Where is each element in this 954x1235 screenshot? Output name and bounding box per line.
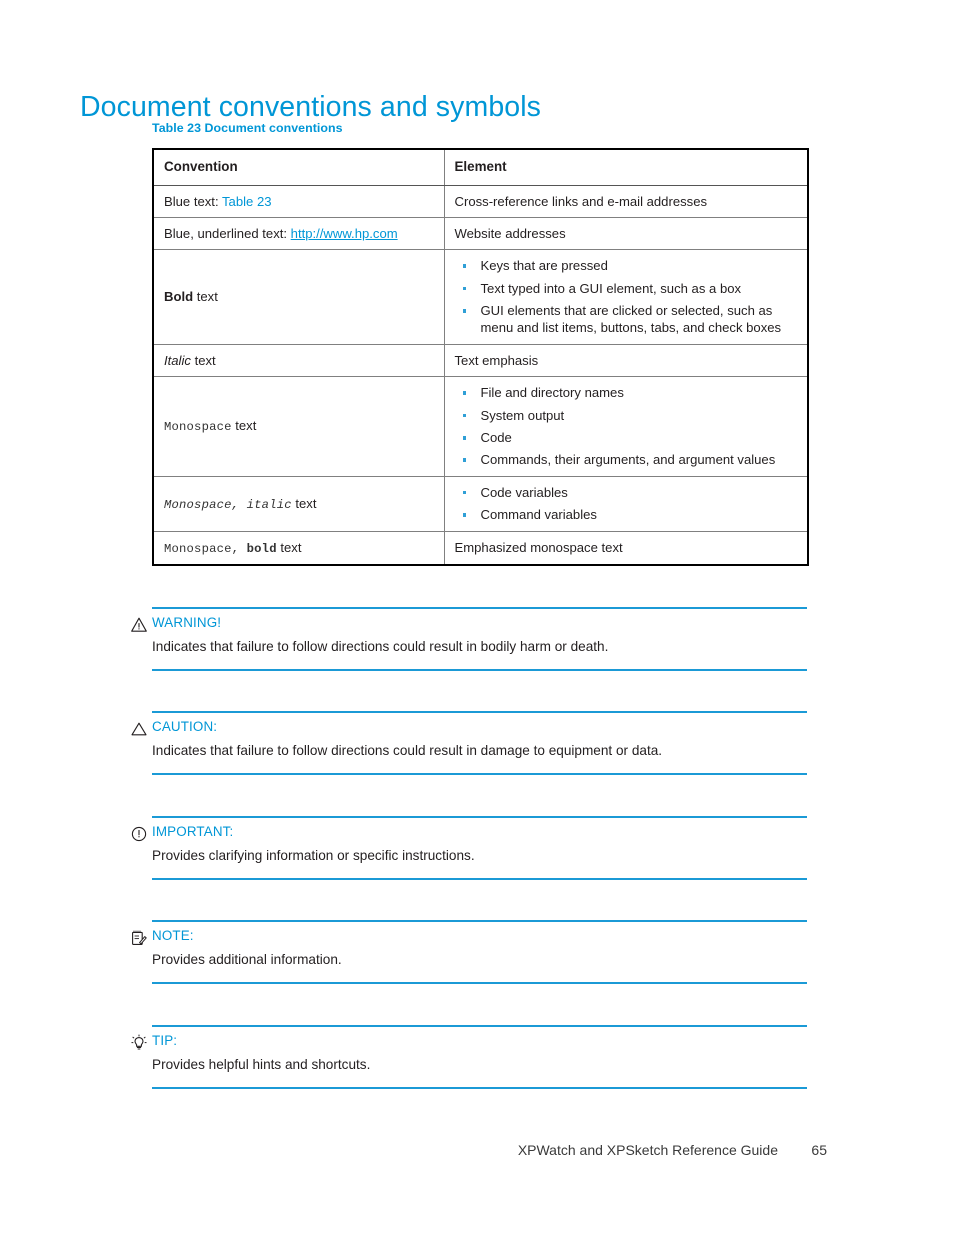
cell-convention: Monospace, italic text bbox=[152, 475, 445, 532]
footer-page-number: 65 bbox=[811, 1142, 827, 1158]
element-bullet-list: File and directory names System output C… bbox=[455, 384, 798, 469]
convention-suffix-text: text bbox=[291, 495, 317, 511]
cell-convention: Blue, underlined text: http://www.hp.com bbox=[152, 216, 445, 251]
admonition-label: CAUTION: bbox=[152, 718, 218, 734]
admonition-label: TIP: bbox=[152, 1032, 178, 1048]
warning-triangle-icon bbox=[130, 616, 148, 634]
table-header-row: Convention Element bbox=[152, 148, 809, 186]
admonition-text: Indicates that failure to follow directi… bbox=[152, 743, 663, 759]
divider-rule-bottom bbox=[152, 1087, 807, 1089]
admonition-label: NOTE: bbox=[152, 927, 194, 943]
column-header-element: Element bbox=[443, 148, 809, 186]
list-item: Commands, their arguments, and argument … bbox=[455, 451, 798, 468]
cell-convention: Italic text bbox=[152, 343, 445, 378]
note-notepad-icon bbox=[130, 929, 148, 947]
admonition-body: CAUTION: Indicates that failure to follo… bbox=[131, 713, 807, 774]
convention-monospace-sample: Monospace bbox=[164, 420, 232, 435]
cell-element: Keys that are pressed Text typed into a … bbox=[443, 249, 809, 345]
column-header-convention: Convention bbox=[152, 148, 445, 186]
cell-convention: Monospace, bold text bbox=[152, 530, 445, 566]
table-row: Monospace text File and directory names … bbox=[152, 376, 809, 477]
divider-rule-bottom bbox=[152, 669, 807, 671]
list-item: Command variables bbox=[455, 506, 798, 523]
important-circle-exclamation-icon bbox=[130, 825, 148, 843]
admonition-note: NOTE: Provides additional information. bbox=[132, 920, 807, 984]
list-item: Code bbox=[455, 429, 798, 446]
cell-element: File and directory names System output C… bbox=[443, 376, 809, 477]
admonition-caution: CAUTION: Indicates that failure to follo… bbox=[131, 711, 807, 775]
list-item: Keys that are pressed bbox=[455, 257, 798, 274]
admonition-important: IMPORTANT: Provides clarifying informati… bbox=[131, 816, 807, 880]
convention-suffix-text: text bbox=[193, 289, 218, 305]
admonition-body: WARNING! Indicates that failure to follo… bbox=[131, 609, 807, 670]
table-caption: Table 23 Document conventions bbox=[152, 121, 343, 135]
cell-element: Website addresses bbox=[443, 216, 809, 251]
cell-convention: Monospace text bbox=[152, 376, 445, 477]
admonition-text: Provides additional information. bbox=[152, 952, 342, 968]
divider-rule-bottom bbox=[152, 982, 807, 984]
cross-reference-link[interactable]: Table 23 bbox=[222, 194, 272, 209]
caution-triangle-icon bbox=[130, 720, 148, 738]
admonition-warning: WARNING! Indicates that failure to follo… bbox=[131, 607, 807, 671]
convention-monospace-plain-sample: Monospace, bbox=[164, 541, 247, 556]
list-item: Code variables bbox=[455, 484, 798, 501]
convention-monospace-italic-sample: Monospace, italic bbox=[164, 497, 292, 512]
tip-lightbulb-icon bbox=[130, 1034, 148, 1052]
page-title: Document conventions and symbols bbox=[80, 91, 542, 124]
admonition-label: WARNING! bbox=[152, 614, 222, 630]
cell-convention: Bold text bbox=[152, 249, 445, 345]
table-row: Monospace, italic text Code variables Co… bbox=[152, 475, 809, 532]
admonition-body: IMPORTANT: Provides clarifying informati… bbox=[131, 818, 807, 879]
table-row: Blue, underlined text: http://www.hp.com… bbox=[152, 216, 809, 251]
convention-prefix-text: Blue, underlined text: bbox=[164, 225, 291, 241]
cell-convention: Blue text: Table 23 bbox=[152, 184, 445, 218]
cell-element: Text emphasis bbox=[443, 343, 809, 378]
admonition-label: IMPORTANT: bbox=[152, 823, 234, 839]
table-row: Italic text Text emphasis bbox=[152, 343, 809, 378]
convention-bold-sample: Bold bbox=[164, 289, 194, 305]
admonition-text: Indicates that failure to follow directi… bbox=[152, 639, 609, 655]
divider-rule-bottom bbox=[152, 773, 807, 775]
cell-element: Cross-reference links and e-mail address… bbox=[443, 184, 809, 218]
element-bullet-list: Code variables Command variables bbox=[455, 484, 798, 524]
document-conventions-table: Convention Element Blue text: Table 23 C… bbox=[152, 148, 809, 566]
admonition-body: NOTE: Provides additional information. bbox=[132, 922, 807, 983]
website-link[interactable]: http://www.hp.com bbox=[291, 226, 398, 241]
admonition-text: Provides clarifying information or speci… bbox=[152, 848, 475, 864]
convention-suffix-text: text bbox=[231, 418, 257, 434]
list-item: GUI elements that are clicked or selecte… bbox=[455, 302, 798, 337]
convention-italic-sample: Italic bbox=[164, 352, 191, 368]
cell-element: Emphasized monospace text bbox=[443, 530, 809, 566]
document-page: Document conventions and symbols Table 2… bbox=[0, 0, 954, 1235]
list-item: System output bbox=[455, 407, 798, 424]
table-row: Monospace, bold text Emphasized monospac… bbox=[152, 530, 809, 566]
list-item: File and directory names bbox=[455, 384, 798, 401]
element-bullet-list: Keys that are pressed Text typed into a … bbox=[455, 257, 798, 337]
page-footer: XPWatch and XPSketch Reference Guide 65 bbox=[0, 1142, 954, 1164]
convention-suffix-text: text bbox=[190, 352, 216, 368]
cell-element: Code variables Command variables bbox=[443, 475, 809, 532]
convention-prefix-text: Blue text: bbox=[164, 193, 222, 209]
footer-guide-title: XPWatch and XPSketch Reference Guide bbox=[517, 1142, 778, 1158]
list-item: Text typed into a GUI element, such as a… bbox=[455, 280, 798, 297]
admonition-tip: TIP: Provides helpful hints and shortcut… bbox=[131, 1025, 807, 1089]
convention-suffix-text: text bbox=[276, 539, 302, 555]
admonition-text: Provides helpful hints and shortcuts. bbox=[152, 1057, 371, 1073]
table-row: Blue text: Table 23 Cross-reference link… bbox=[152, 184, 809, 218]
admonition-body: TIP: Provides helpful hints and shortcut… bbox=[131, 1027, 807, 1088]
convention-monospace-bold-sample: bold bbox=[246, 541, 277, 556]
table-row: Bold text Keys that are pressed Text typ… bbox=[152, 249, 809, 345]
divider-rule-bottom bbox=[152, 878, 807, 880]
